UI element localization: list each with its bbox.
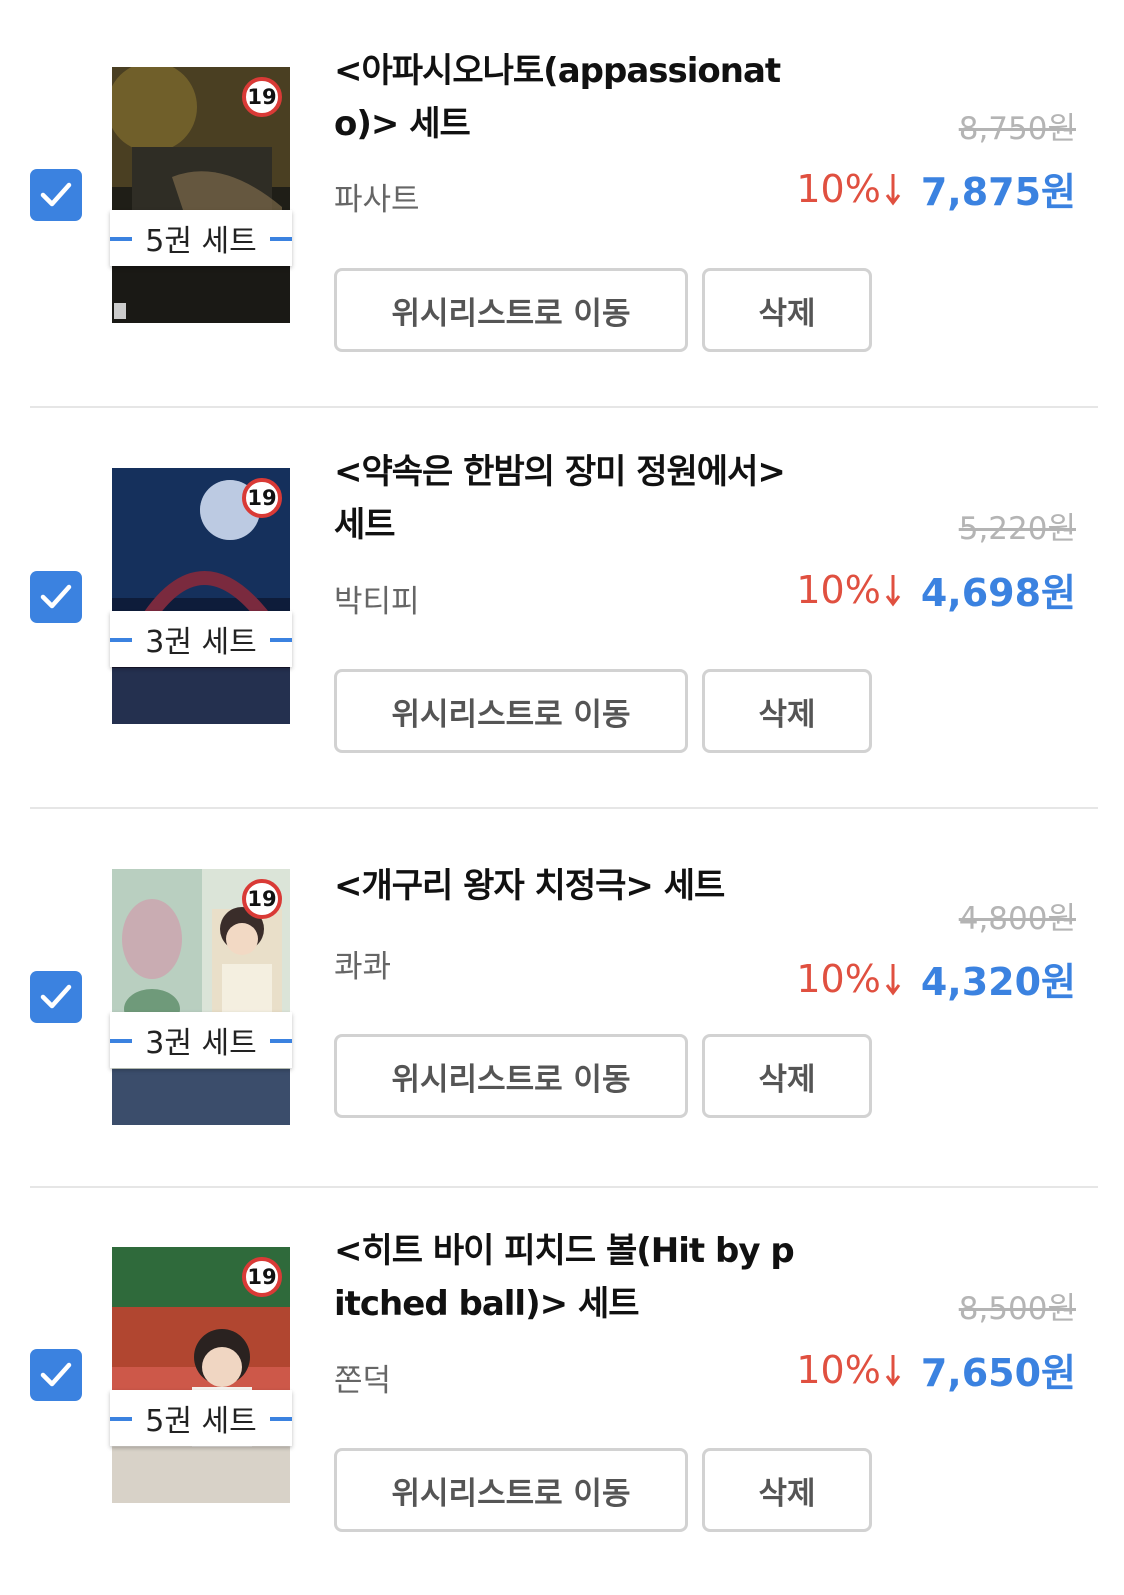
arrow-down-icon — [885, 1354, 901, 1386]
delete-button[interactable]: 삭제 — [702, 1034, 872, 1118]
set-count-text: 5권 세트 — [145, 1404, 257, 1439]
set-count-label: 5권 세트 — [110, 210, 292, 266]
delete-button[interactable]: 삭제 — [702, 669, 872, 753]
label-dash — [270, 1417, 292, 1421]
check-icon — [40, 984, 72, 1009]
age-19-badge: 19 — [242, 77, 282, 117]
set-count-label: 3권 세트 — [110, 611, 292, 667]
item-checkbox[interactable] — [30, 971, 82, 1023]
book-cover[interactable]: 19 — [112, 67, 290, 323]
book-cover[interactable]: 19 — [112, 468, 290, 724]
label-dash — [110, 237, 132, 241]
item-title[interactable]: <아파시오나토(appassionato)> 세트 — [334, 45, 794, 151]
publisher: 박티피 — [334, 584, 420, 620]
discount-rate: 10% — [796, 166, 881, 211]
publisher: 쫀덕 — [334, 1363, 392, 1399]
item-checkbox[interactable] — [30, 1349, 82, 1401]
delete-button[interactable]: 삭제 — [702, 1448, 872, 1532]
sale-row: 10% 4,698원 — [796, 562, 1076, 617]
arrow-down-icon — [885, 963, 901, 995]
publisher: 파사트 — [334, 182, 420, 218]
label-dash — [110, 638, 132, 642]
original-price: 4,800원 — [958, 901, 1076, 937]
sale-price: 4,698원 — [920, 571, 1076, 615]
item-checkbox[interactable] — [30, 571, 82, 623]
age-19-badge: 19 — [242, 478, 282, 518]
discount-rate: 10% — [796, 1347, 881, 1392]
check-icon — [40, 1362, 72, 1387]
set-count-label: 5권 세트 — [110, 1390, 292, 1446]
move-to-wishlist-button[interactable]: 위시리스트로 이동 — [334, 268, 688, 352]
label-dash — [270, 237, 292, 241]
set-count-text: 3권 세트 — [145, 1026, 257, 1061]
sale-price: 7,650원 — [920, 1351, 1076, 1395]
set-count-text: 5권 세트 — [145, 224, 257, 259]
label-dash — [110, 1417, 132, 1421]
original-price: 8,750원 — [958, 111, 1076, 147]
original-price: 8,500원 — [958, 1291, 1076, 1327]
sale-row: 10% 7,875원 — [796, 161, 1076, 216]
item-title[interactable]: <약속은 한밤의 장미 정원에서> 세트 — [334, 446, 794, 552]
sale-price: 4,320원 — [920, 960, 1076, 1004]
arrow-down-icon — [885, 173, 901, 205]
age-19-badge: 19 — [242, 1257, 282, 1297]
sale-price: 7,875원 — [920, 170, 1076, 214]
divider — [30, 807, 1098, 809]
book-cover[interactable]: 19 — [112, 1247, 290, 1503]
sale-row: 10% 7,650원 — [796, 1342, 1076, 1397]
label-dash — [270, 1039, 292, 1043]
original-price: 5,220원 — [958, 511, 1076, 547]
set-count-label: 3권 세트 — [110, 1012, 292, 1068]
sale-row: 10% 4,320원 — [796, 951, 1076, 1006]
age-19-badge: 19 — [242, 879, 282, 919]
item-title[interactable]: <개구리 왕자 치정극> 세트 — [334, 860, 794, 913]
divider — [30, 406, 1098, 408]
set-count-text: 3권 세트 — [145, 625, 257, 660]
move-to-wishlist-button[interactable]: 위시리스트로 이동 — [334, 1448, 688, 1532]
label-dash — [270, 638, 292, 642]
discount-rate: 10% — [796, 567, 881, 612]
move-to-wishlist-button[interactable]: 위시리스트로 이동 — [334, 1034, 688, 1118]
book-cover[interactable]: 19 — [112, 869, 290, 1125]
item-checkbox[interactable] — [30, 169, 82, 221]
divider — [30, 1186, 1098, 1188]
discount-rate: 10% — [796, 956, 881, 1001]
item-title[interactable]: <히트 바이 피치드 볼(Hit by pitched ball)> 세트 — [334, 1225, 795, 1331]
publisher: 콰콰 — [334, 949, 392, 985]
label-dash — [110, 1039, 132, 1043]
delete-button[interactable]: 삭제 — [702, 268, 872, 352]
check-icon — [40, 182, 72, 207]
arrow-down-icon — [885, 574, 901, 606]
check-icon — [40, 584, 72, 609]
move-to-wishlist-button[interactable]: 위시리스트로 이동 — [334, 669, 688, 753]
